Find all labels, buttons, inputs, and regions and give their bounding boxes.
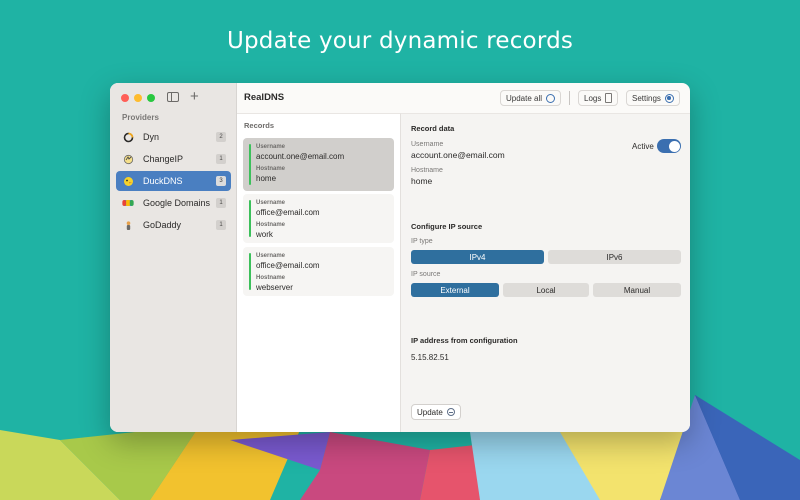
ip-address-value: 5.15.82.51	[411, 353, 449, 362]
record-count-badge: 3	[216, 176, 226, 186]
app-window: + Providers Dyn 2 ChangeIP 1 DuckDNS 3 G…	[110, 83, 690, 432]
record-count-badge: 2	[216, 132, 226, 142]
sidebar-toggle-icon[interactable]	[167, 92, 179, 102]
ip-type-ipv6[interactable]: IPv6	[548, 250, 681, 264]
sidebar-item-label: Dyn	[143, 132, 160, 142]
record-count-badge: 1	[216, 154, 226, 164]
record-username-label: Username	[256, 200, 286, 206]
update-icon	[446, 408, 455, 416]
records-panel: Records Username account.one@email.com H…	[237, 113, 401, 432]
record-item[interactable]: Username account.one@email.com Hostname …	[243, 138, 394, 191]
hostname-label: Hostname	[411, 167, 443, 174]
ip-type-label: IP type	[411, 238, 433, 245]
providers-section-label: Providers	[122, 113, 159, 122]
record-count-badge: 1	[216, 198, 226, 208]
ip-source-external[interactable]: External	[411, 283, 499, 297]
record-username: office@email.com	[256, 261, 320, 270]
sidebar-item-changeip[interactable]: ChangeIP 1	[116, 149, 231, 169]
settings-button[interactable]: Settings	[626, 90, 680, 106]
headline: Update your dynamic records	[226, 28, 574, 54]
ip-type-ipv4[interactable]: IPv4	[411, 250, 544, 264]
google-domains-icon	[122, 198, 134, 208]
toolbar: RealDNS Update all Logs Settings	[237, 83, 690, 113]
update-all-label: Update all	[506, 93, 543, 103]
ip-config-header: IP address from configuration	[411, 336, 518, 345]
sidebar-item-duckdns[interactable]: DuckDNS 3	[116, 171, 231, 191]
active-toggle[interactable]	[657, 139, 681, 153]
record-username-label: Username	[256, 144, 286, 150]
changeip-icon	[122, 154, 134, 164]
record-item[interactable]: Username office@email.com Hostname work	[243, 194, 394, 243]
dyn-icon	[122, 132, 134, 142]
ip-source-local[interactable]: Local	[503, 283, 589, 297]
record-username: account.one@email.com	[256, 152, 345, 161]
duckdns-icon	[122, 176, 134, 186]
record-status-indicator	[249, 200, 251, 237]
toggle-knob	[668, 140, 680, 152]
record-status-indicator	[249, 144, 251, 185]
active-label: Active	[632, 142, 654, 151]
record-hostname-label: Hostname	[256, 222, 286, 228]
clipboard-icon	[605, 93, 613, 103]
zoom-window-button[interactable]	[147, 94, 155, 102]
settings-label: Settings	[632, 93, 661, 103]
sidebar-item-label: DuckDNS	[143, 176, 183, 186]
update-button[interactable]: Update	[411, 404, 461, 420]
record-hostname: home	[256, 174, 277, 183]
hostname-value: home	[411, 176, 433, 186]
username-label: Username	[411, 141, 444, 148]
ip-source-label: IP source	[411, 271, 441, 278]
record-username: office@email.com	[256, 208, 320, 217]
refresh-icon	[546, 93, 556, 103]
godaddy-icon	[122, 220, 134, 230]
sidebar-item-label: Google Domains	[143, 198, 211, 208]
sidebar-item-label: ChangeIP	[143, 154, 184, 164]
record-count-badge: 1	[216, 220, 226, 230]
username-value: account.one@email.com	[411, 150, 505, 160]
close-window-button[interactable]	[121, 94, 129, 102]
sidebar: + Providers Dyn 2 ChangeIP 1 DuckDNS 3 G…	[110, 83, 237, 432]
logs-label: Logs	[584, 93, 602, 103]
sidebar-item-godaddy[interactable]: GoDaddy 1	[116, 215, 231, 235]
configure-ip-header: Configure IP source	[411, 222, 483, 231]
minimize-window-button[interactable]	[134, 94, 142, 102]
record-status-indicator	[249, 253, 251, 290]
logs-button[interactable]: Logs	[578, 90, 619, 106]
sidebar-item-dyn[interactable]: Dyn 2	[116, 127, 231, 147]
add-provider-icon[interactable]: +	[190, 88, 199, 106]
ip-source-manual[interactable]: Manual	[593, 283, 681, 297]
record-hostname-label: Hostname	[256, 166, 286, 172]
record-hostname-label: Hostname	[256, 275, 286, 281]
record-detail-panel: Record data Username account.one@email.c…	[401, 113, 690, 432]
sidebar-item-google-domains[interactable]: Google Domains 1	[116, 193, 231, 213]
settings-icon	[664, 93, 674, 103]
sidebar-item-label: GoDaddy	[143, 220, 182, 230]
record-username-label: Username	[256, 253, 286, 259]
record-hostname: work	[256, 230, 273, 239]
update-label: Update	[417, 407, 443, 417]
window-controls	[121, 94, 155, 102]
toolbar-divider	[569, 91, 570, 105]
records-header: Records	[244, 121, 275, 130]
update-all-button[interactable]: Update all	[500, 90, 562, 106]
record-hostname: webserver	[256, 283, 293, 292]
record-item[interactable]: Username office@email.com Hostname webse…	[243, 247, 394, 296]
record-data-header: Record data	[411, 124, 455, 133]
app-title: RealDNS	[244, 92, 285, 103]
